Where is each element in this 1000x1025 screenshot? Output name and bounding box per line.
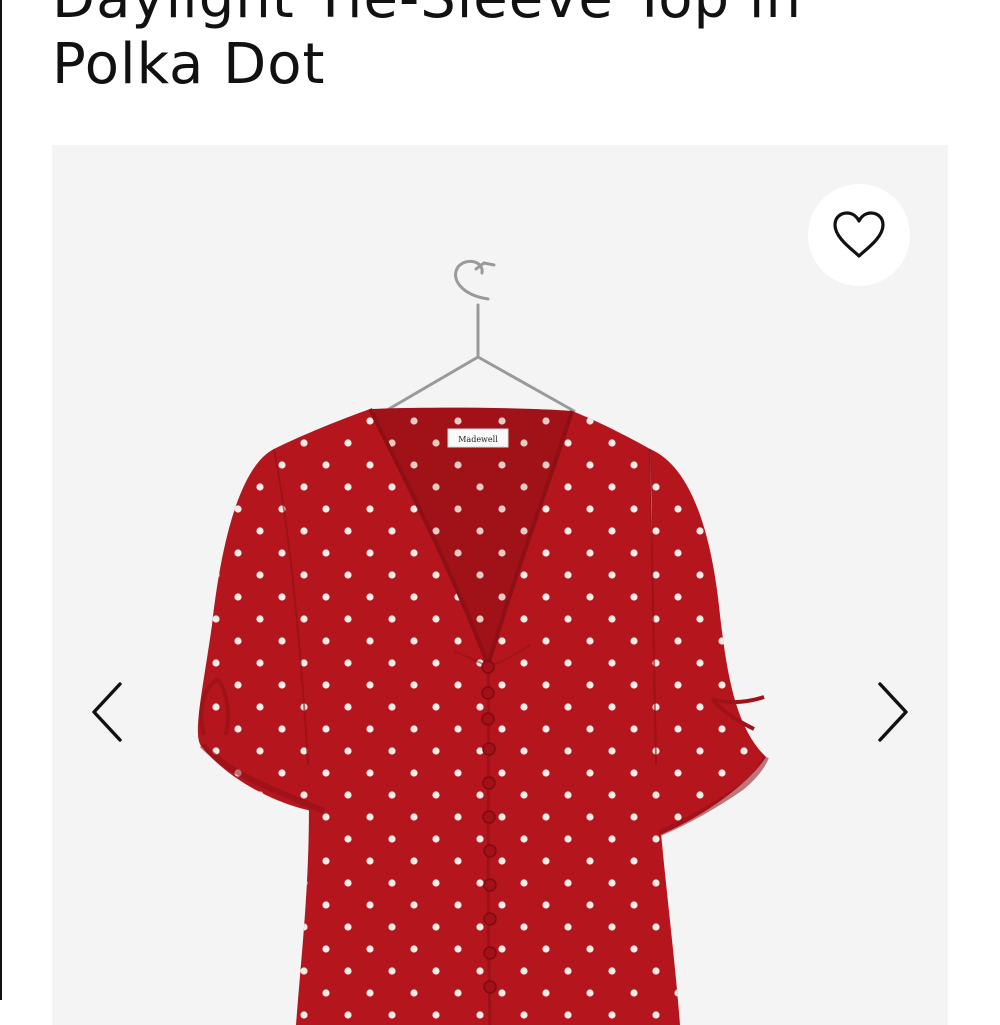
product-title-line-2: Polka Dot (52, 32, 326, 97)
next-image-button[interactable] (862, 672, 922, 752)
left-edge-divider (0, 0, 2, 1000)
favorite-button[interactable] (808, 184, 910, 286)
garment (197, 407, 769, 1025)
chevron-left-icon (92, 682, 122, 742)
chevron-right-icon (878, 682, 908, 742)
brand-tag: Madewell (447, 428, 509, 448)
heart-outline-icon (833, 211, 885, 258)
product-title-line-1: Daylight Tie-Sleeve Top in (52, 0, 952, 32)
product-image-polka-dot-top: Madewell (197, 259, 769, 1025)
brand-tag-text: Madewell (458, 435, 498, 444)
product-image-gallery[interactable]: Madewell (52, 145, 948, 1025)
previous-image-button[interactable] (78, 672, 138, 752)
product-title: Daylight Tie-Sleeve Top in Polka Dot (52, 0, 952, 98)
